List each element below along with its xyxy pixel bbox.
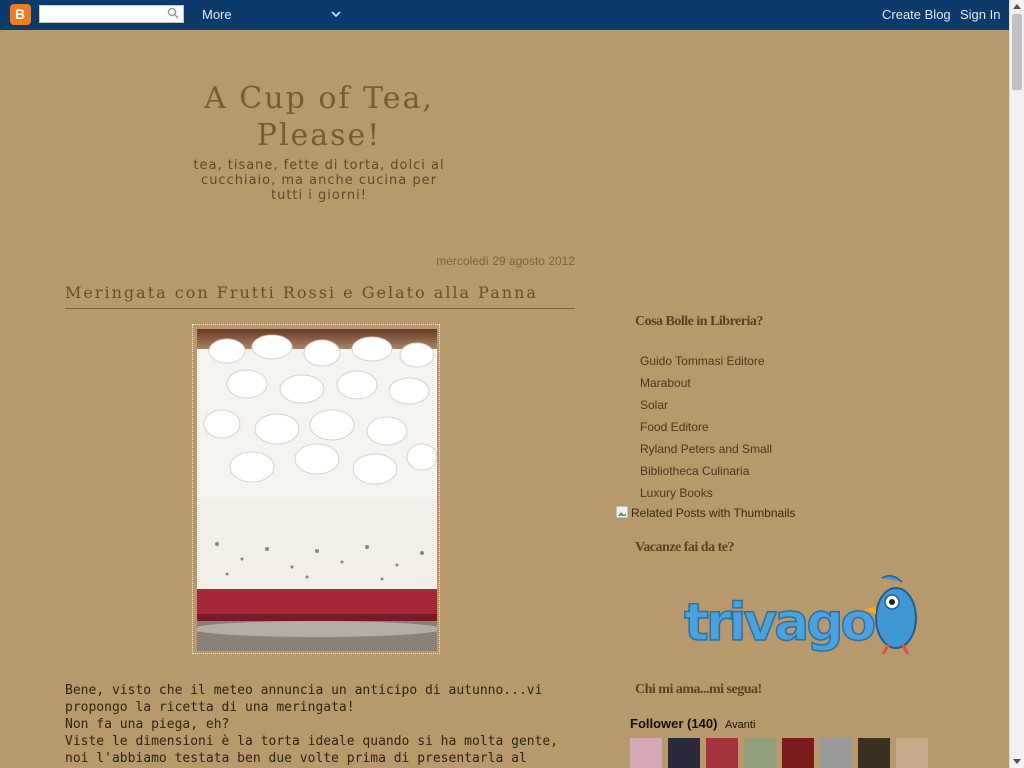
vertical-scrollbar[interactable] bbox=[1009, 0, 1024, 768]
meringue-cake-photo[interactable] bbox=[197, 329, 437, 651]
book-link[interactable]: Solar bbox=[640, 397, 772, 419]
book-link[interactable]: Ryland Peters and Small bbox=[640, 441, 772, 463]
scroll-down-icon[interactable] bbox=[1013, 759, 1021, 764]
trivago-banner[interactable]: trivago bbox=[683, 574, 920, 656]
book-link[interactable]: Food Editore bbox=[640, 419, 772, 441]
book-link[interactable]: Luxury Books bbox=[640, 485, 772, 507]
post-date: mercoledì 29 agosto 2012 bbox=[436, 254, 575, 268]
follower-avatar[interactable] bbox=[744, 738, 776, 768]
follower-avatar[interactable] bbox=[782, 738, 814, 768]
follower-avatar[interactable] bbox=[820, 738, 852, 768]
followers-widget-title: Chi mi ama...mi segua! bbox=[635, 682, 762, 697]
blog-description: tea, tisane, fette di torta, dolci al cu… bbox=[193, 158, 445, 203]
trivago-logo-text: trivago bbox=[684, 593, 875, 653]
holiday-widget-title: Vacanze fai da te? bbox=[635, 540, 734, 555]
follower-avatar[interactable] bbox=[858, 738, 890, 768]
related-posts-link[interactable]: Related Posts with Thumbnails bbox=[615, 505, 796, 520]
book-link[interactable]: Bibliotheca Culinaria bbox=[640, 463, 772, 485]
broken-image-icon bbox=[615, 505, 629, 519]
scroll-thumb[interactable] bbox=[1012, 14, 1022, 90]
follower-avatar[interactable] bbox=[630, 738, 662, 768]
post-title[interactable]: Meringata con Frutti Rossi e Gelato alla… bbox=[65, 283, 575, 309]
followers-grid bbox=[630, 738, 940, 768]
sign-in-link[interactable]: Sign In bbox=[960, 7, 1000, 22]
search-input[interactable] bbox=[39, 5, 184, 23]
follower-count[interactable]: Follower (140) bbox=[630, 716, 717, 731]
create-blog-link[interactable]: Create Blog bbox=[882, 7, 951, 22]
post-body-text: Bene, visto che il meteo annuncia un ant… bbox=[65, 683, 559, 766]
follower-avatar[interactable] bbox=[896, 738, 928, 768]
book-link[interactable]: Marabout bbox=[640, 375, 772, 397]
follower-avatar[interactable] bbox=[668, 738, 700, 768]
search-icon[interactable] bbox=[167, 7, 179, 19]
book-link[interactable]: Guido Tommasi Editore bbox=[640, 353, 772, 375]
follower-avatar[interactable] bbox=[706, 738, 738, 768]
post-image-frame bbox=[192, 324, 440, 654]
related-posts-alt-text: Related Posts with Thumbnails bbox=[631, 506, 796, 520]
blogger-navbar: B More Create Blog Sign In bbox=[0, 0, 1009, 30]
follower-next-link[interactable]: Avanti bbox=[725, 719, 755, 731]
books-widget-title: Cosa Bolle in Libreria? bbox=[635, 314, 763, 329]
blog-title[interactable]: A Cup of Tea, Please! bbox=[190, 80, 448, 154]
blogger-logo-icon[interactable]: B bbox=[10, 4, 31, 25]
scroll-up-icon[interactable] bbox=[1013, 4, 1021, 9]
books-list: Guido Tommasi Editore Marabout Solar Foo… bbox=[640, 353, 772, 507]
more-menu[interactable]: More bbox=[202, 7, 232, 22]
follower-header: Follower (140) Avanti bbox=[630, 716, 755, 731]
chevron-down-icon[interactable] bbox=[330, 8, 342, 20]
